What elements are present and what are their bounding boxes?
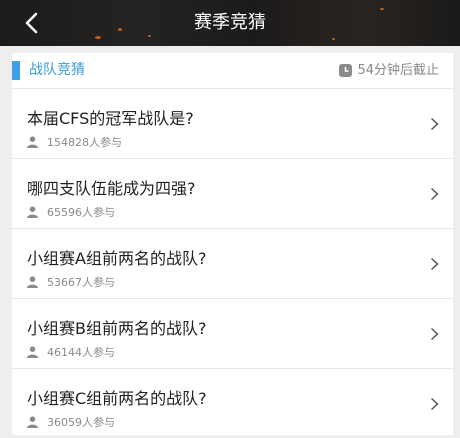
question-item[interactable]: 小组赛C组前两名的战队? 36059人参与	[12, 369, 453, 438]
quiz-card: 战队竞猜 54分钟后截止 本届CFS的冠军战队是? 154828人参与 哪四支队…	[12, 53, 453, 435]
question-title: 小组赛B组前两名的战队?	[27, 319, 207, 338]
section-accent-bar	[12, 61, 20, 80]
question-title: 小组赛C组前两名的战队?	[27, 389, 207, 408]
chevron-right-icon	[430, 327, 439, 341]
chevron-right-icon	[430, 397, 439, 411]
user-icon	[27, 276, 38, 288]
question-item[interactable]: 小组赛B组前两名的战队? 46144人参与	[12, 299, 453, 369]
user-icon	[27, 346, 38, 358]
deadline-text: 54分钟后截止	[357, 63, 439, 78]
participant-count: 65596人参与	[27, 204, 115, 220]
participant-count: 53667人参与	[27, 274, 115, 290]
user-icon	[27, 416, 38, 428]
question-title: 哪四支队伍能成为四强?	[27, 179, 196, 198]
chevron-right-icon	[430, 187, 439, 201]
participant-count-text: 53667人参与	[47, 276, 115, 289]
screen: 赛季竞猜 战队竞猜 54分钟后截止 本届CFS的冠军战队是? 154828人参与	[0, 0, 460, 438]
section-title: 战队竞猜	[29, 62, 85, 78]
top-bar: 赛季竞猜	[0, 0, 460, 46]
participant-count: 36059人参与	[27, 414, 115, 430]
participant-count-text: 36059人参与	[47, 416, 115, 429]
question-title: 小组赛A组前两名的战队?	[27, 249, 207, 268]
chevron-right-icon	[430, 257, 439, 271]
participant-count: 154828人参与	[27, 134, 122, 150]
participant-count-text: 65596人参与	[47, 206, 115, 219]
user-icon	[27, 206, 38, 218]
deadline-badge: 54分钟后截止	[339, 53, 439, 88]
chevron-right-icon	[430, 117, 439, 131]
section-header: 战队竞猜 54分钟后截止	[12, 53, 453, 89]
user-icon	[27, 136, 38, 148]
question-item[interactable]: 小组赛A组前两名的战队? 53667人参与	[12, 229, 453, 299]
participant-count: 46144人参与	[27, 344, 115, 360]
participant-count-text: 46144人参与	[47, 346, 115, 359]
page-title: 赛季竞猜	[194, 12, 266, 33]
question-title: 本届CFS的冠军战队是?	[27, 109, 194, 128]
clock-icon	[339, 64, 353, 77]
participant-count-text: 154828人参与	[47, 136, 122, 149]
question-item[interactable]: 本届CFS的冠军战队是? 154828人参与	[12, 89, 453, 159]
question-item[interactable]: 哪四支队伍能成为四强? 65596人参与	[12, 159, 453, 229]
